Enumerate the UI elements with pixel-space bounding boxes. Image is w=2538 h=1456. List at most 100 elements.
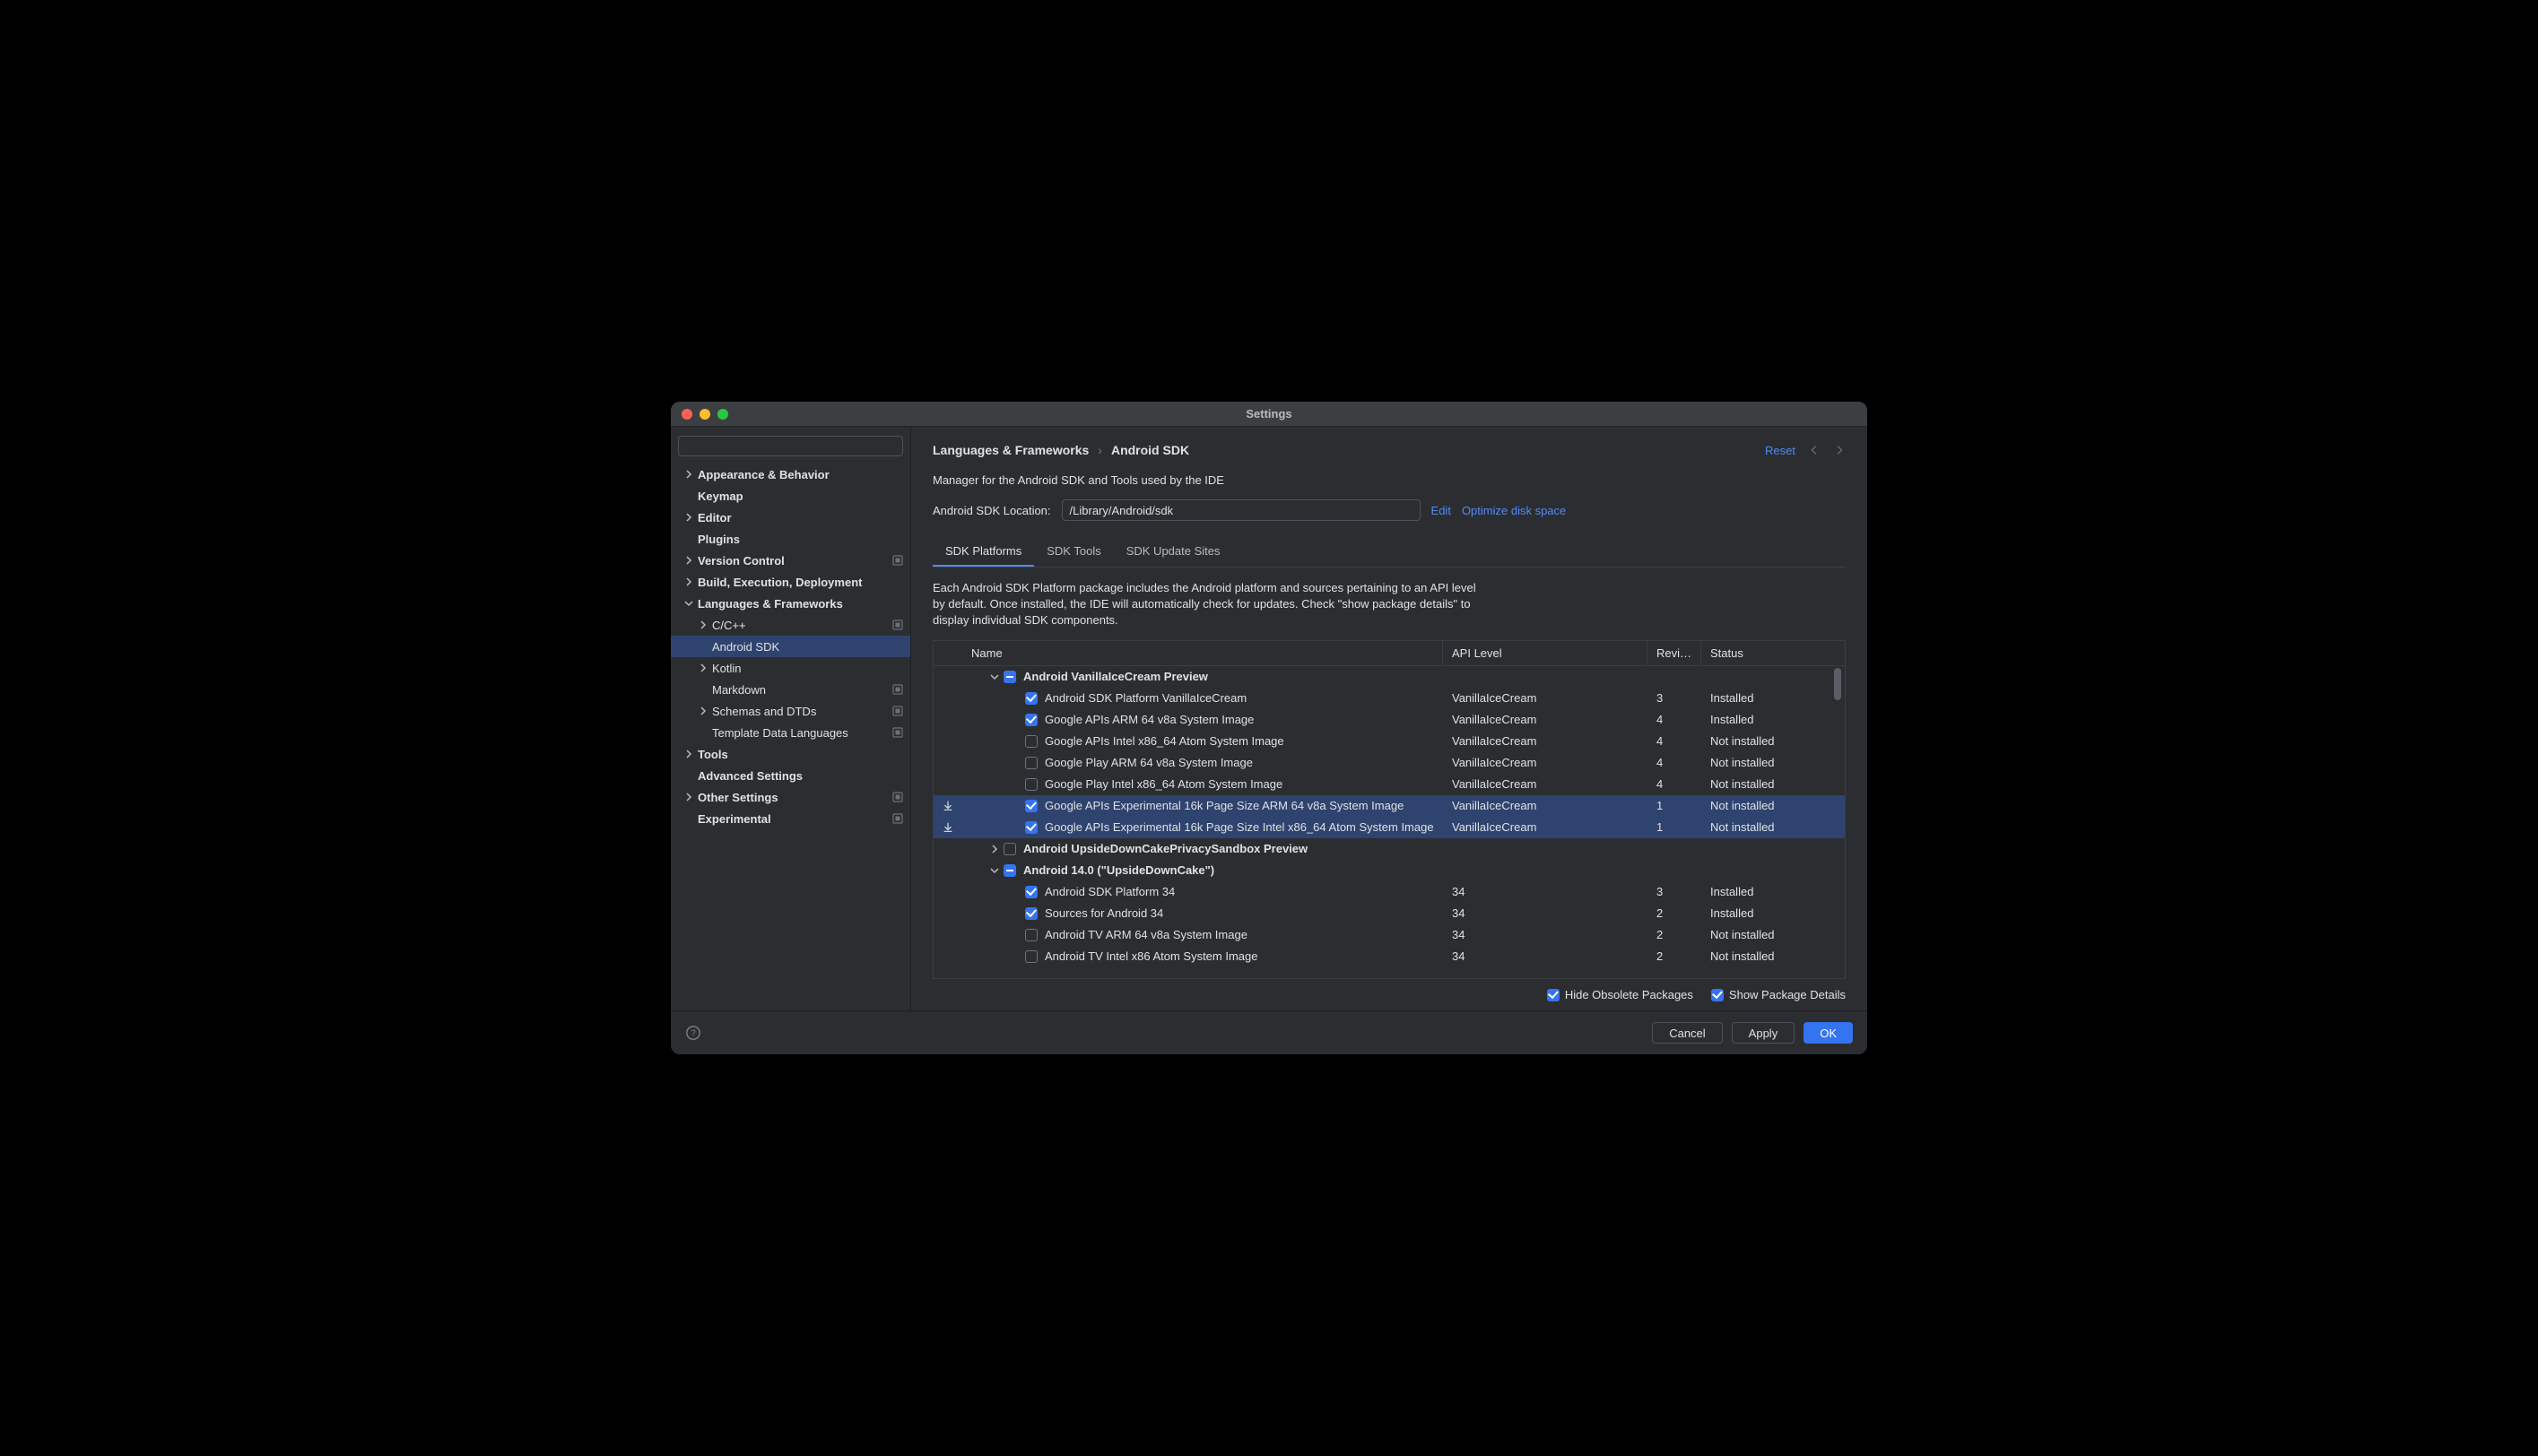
sdk-location-field[interactable]: /Library/Android/sdk	[1062, 499, 1421, 521]
sidebar-item[interactable]: Languages & Frameworks	[671, 593, 910, 614]
zoom-icon[interactable]	[717, 409, 728, 420]
row-revision: 1	[1647, 799, 1701, 812]
row-name: Android VanillaIceCream Preview	[1023, 670, 1208, 683]
breadcrumb: Languages & Frameworks › Android SDK Res…	[933, 443, 1846, 457]
header-name[interactable]: Name	[962, 641, 1443, 665]
row-checkbox[interactable]	[1004, 864, 1016, 877]
header-api-level[interactable]: API Level	[1443, 641, 1647, 665]
breadcrumb-item[interactable]: Languages & Frameworks	[933, 443, 1089, 457]
scrollbar[interactable]	[1832, 668, 1843, 976]
row-checkbox[interactable]	[1025, 800, 1038, 812]
sidebar-item[interactable]: Tools	[671, 743, 910, 765]
tab[interactable]: SDK Update Sites	[1114, 537, 1233, 567]
chevron-down-icon[interactable]	[989, 672, 1000, 682]
chevron-right-icon	[683, 576, 694, 587]
nav-forward-icon[interactable]	[1833, 444, 1846, 456]
minimize-icon[interactable]	[700, 409, 710, 420]
edit-link[interactable]: Edit	[1431, 504, 1451, 517]
row-revision: 2	[1647, 949, 1701, 963]
row-api-level: VanillaIceCream	[1443, 777, 1647, 791]
row-api-level: 34	[1443, 906, 1647, 920]
sidebar-item[interactable]: Kotlin	[671, 657, 910, 679]
settings-tree[interactable]: Appearance & BehaviorKeymap Editor Plugins…	[671, 464, 910, 1010]
sidebar-item-label: Markdown	[712, 683, 892, 697]
reset-link[interactable]: Reset	[1765, 444, 1795, 457]
row-checkbox[interactable]	[1025, 757, 1038, 769]
search-input[interactable]	[678, 436, 903, 456]
table-row[interactable]: Google APIs ARM 64 v8a System ImageVanil…	[934, 709, 1845, 731]
sidebar-item[interactable]: Advanced Settings	[671, 765, 910, 786]
sidebar-item[interactable]: C/C++	[671, 614, 910, 636]
row-checkbox[interactable]	[1004, 671, 1016, 683]
row-checkbox[interactable]	[1025, 735, 1038, 748]
checkbox-icon	[1547, 989, 1560, 1001]
sidebar-item[interactable]: Editor	[671, 507, 910, 528]
table-row[interactable]: Android UpsideDownCakePrivacySandbox Pre…	[934, 838, 1845, 860]
help-icon[interactable]: ?	[685, 1025, 701, 1041]
table-row[interactable]: Android TV Intel x86 Atom System Image34…	[934, 946, 1845, 967]
table-row[interactable]: Android SDK Platform 34343Installed	[934, 881, 1845, 903]
sidebar-item[interactable]: Markdown	[671, 679, 910, 700]
table-row[interactable]: Android 14.0 ("UpsideDownCake")	[934, 860, 1845, 881]
header-revision[interactable]: Revi…	[1647, 641, 1701, 665]
chevron-right-icon	[683, 555, 694, 566]
row-checkbox[interactable]	[1025, 821, 1038, 834]
chevron-right-icon	[683, 792, 694, 802]
table-row[interactable]: Android VanillaIceCream Preview	[934, 666, 1845, 688]
row-api-level: VanillaIceCream	[1443, 713, 1647, 726]
scrollbar-thumb[interactable]	[1834, 668, 1841, 700]
row-status: Not installed	[1701, 799, 1845, 812]
table-row[interactable]: Android TV ARM 64 v8a System Image342Not…	[934, 924, 1845, 946]
sidebar-item[interactable]: Experimental	[671, 808, 910, 829]
row-checkbox[interactable]	[1025, 778, 1038, 791]
close-icon[interactable]	[682, 409, 692, 420]
sidebar-item[interactable]: Android SDK	[671, 636, 910, 657]
row-checkbox[interactable]	[1025, 886, 1038, 898]
cancel-button[interactable]: Cancel	[1652, 1022, 1722, 1044]
show-package-details-checkbox[interactable]: Show Package Details	[1711, 988, 1846, 1001]
row-name: Android TV Intel x86 Atom System Image	[1045, 949, 1258, 963]
optimize-link[interactable]: Optimize disk space	[1462, 504, 1566, 517]
ok-button[interactable]: OK	[1804, 1022, 1853, 1044]
sidebar-item[interactable]: Keymap	[671, 485, 910, 507]
chevron-right-icon[interactable]	[989, 844, 1000, 854]
sdk-table-scroll[interactable]: Name API Level Revi… Status Android Vani…	[934, 641, 1845, 978]
tab[interactable]: SDK Tools	[1034, 537, 1113, 567]
apply-button[interactable]: Apply	[1732, 1022, 1795, 1044]
settings-window: Settings Appearance & BehaviorKeymapEdit…	[671, 402, 1867, 1054]
sidebar-item[interactable]: Other Settings	[671, 786, 910, 808]
sidebar-item[interactable]: Version Control	[671, 550, 910, 571]
table-row[interactable]: Google APIs Experimental 16k Page Size A…	[934, 795, 1845, 817]
row-checkbox[interactable]	[1025, 907, 1038, 920]
row-checkbox[interactable]	[1025, 950, 1038, 963]
row-api-level: VanillaIceCream	[1443, 691, 1647, 705]
nav-back-icon[interactable]	[1808, 444, 1821, 456]
table-row[interactable]: Google APIs Experimental 16k Page Size I…	[934, 817, 1845, 838]
table-row[interactable]: Sources for Android 34342Installed	[934, 903, 1845, 924]
row-checkbox[interactable]	[1004, 843, 1016, 855]
chevron-down-icon[interactable]	[989, 865, 1000, 876]
table-row[interactable]: Google Play Intel x86_64 Atom System Ima…	[934, 774, 1845, 795]
table-row[interactable]: Android SDK Platform VanillaIceCreamVani…	[934, 688, 1845, 709]
sidebar-item[interactable]: Plugins	[671, 528, 910, 550]
header-checkbox-col	[934, 641, 962, 665]
row-checkbox[interactable]	[1025, 929, 1038, 941]
manager-description: Manager for the Android SDK and Tools us…	[933, 473, 1846, 487]
sidebar-item[interactable]: Template Data Languages	[671, 722, 910, 743]
scope-icon	[892, 555, 903, 566]
chevron-right-icon	[683, 469, 694, 480]
row-name: Google Play ARM 64 v8a System Image	[1045, 756, 1253, 769]
table-row[interactable]: Google APIs Intel x86_64 Atom System Ima…	[934, 731, 1845, 752]
sidebar-item[interactable]: Appearance & Behavior	[671, 464, 910, 485]
tab[interactable]: SDK Platforms	[933, 537, 1034, 567]
row-status: Not installed	[1701, 949, 1845, 963]
row-checkbox[interactable]	[1025, 714, 1038, 726]
sidebar-item[interactable]: Build, Execution, Deployment	[671, 571, 910, 593]
row-name: Google APIs Experimental 16k Page Size A…	[1045, 799, 1404, 812]
sidebar-item-label: Editor	[698, 511, 903, 524]
sidebar-item[interactable]: Schemas and DTDs	[671, 700, 910, 722]
table-row[interactable]: Google Play ARM 64 v8a System ImageVanil…	[934, 752, 1845, 774]
header-status[interactable]: Status	[1701, 641, 1845, 665]
hide-obsolete-checkbox[interactable]: Hide Obsolete Packages	[1547, 988, 1693, 1001]
row-checkbox[interactable]	[1025, 692, 1038, 705]
